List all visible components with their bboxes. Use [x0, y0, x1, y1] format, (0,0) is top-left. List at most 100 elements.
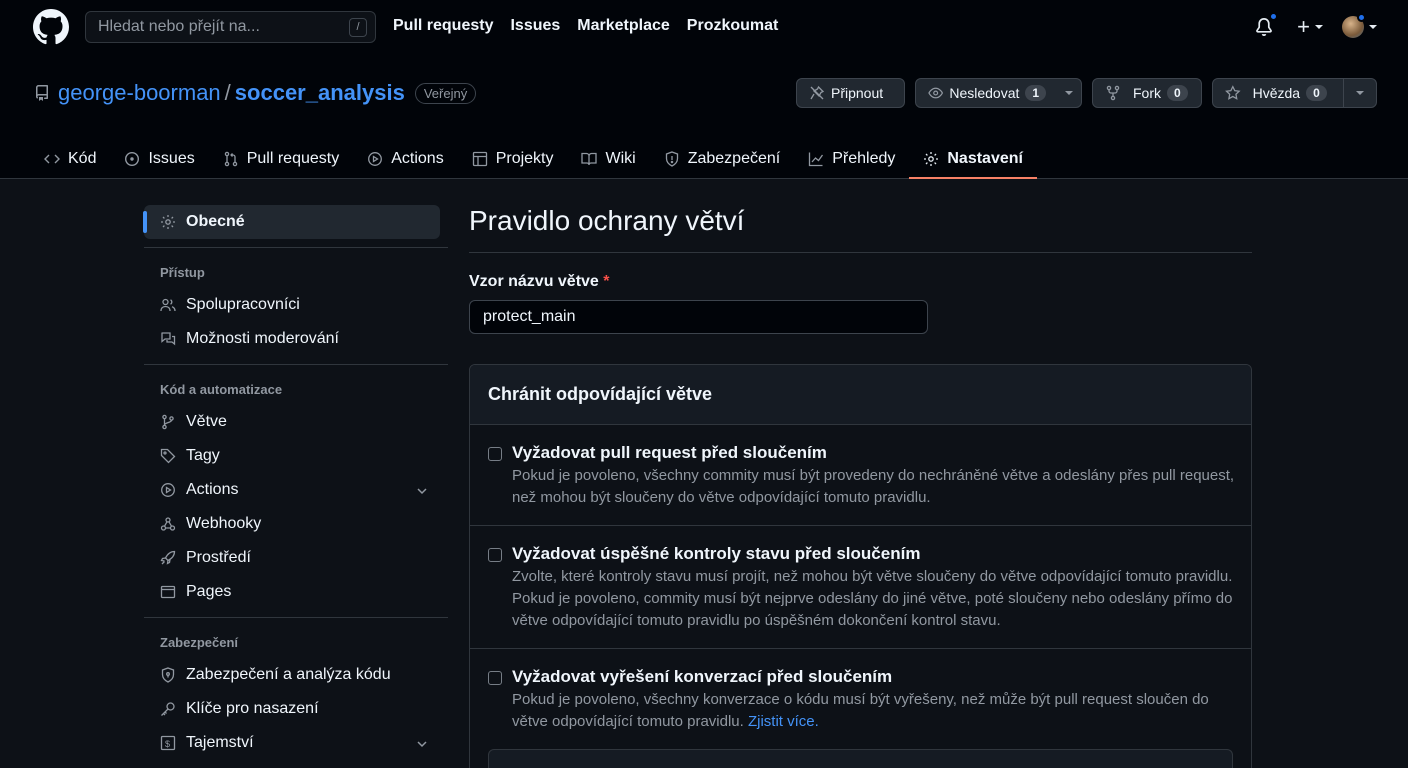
gear-icon [924, 151, 939, 166]
watch-label: Nesledovat [949, 85, 1020, 101]
tab-insights[interactable]: Přehledy [794, 138, 909, 179]
create-new-button[interactable]: + [1297, 14, 1324, 40]
comment-discussion-icon [161, 332, 176, 346]
tab-security[interactable]: Zabezpečení [650, 138, 795, 179]
tab-pull-requests[interactable]: Pull requesty [209, 138, 354, 179]
triangle-down-icon [1355, 91, 1364, 95]
star-icon [1225, 85, 1241, 100]
option-title: Vyžadovat pull request před sloučením [512, 443, 827, 462]
sidebar-item-actions[interactable]: Actions [144, 473, 448, 507]
repo-path-separator: / [224, 80, 231, 105]
pull-request-icon [224, 151, 237, 166]
repo-icon [36, 85, 48, 101]
repo-owner-link[interactable]: george-boorman [58, 80, 221, 106]
tab-issues[interactable]: Issues [110, 138, 208, 179]
option-description: Pokud je povoleno, všechny konverzace o … [512, 689, 1242, 733]
play-icon [161, 483, 175, 497]
notification-dot [1269, 12, 1279, 21]
sidebar-item-label: Spolupracovníci [186, 296, 300, 313]
option-title: Vyžadovat úspěšné kontroly stavu před sl… [512, 544, 921, 563]
tab-label: Actions [391, 149, 444, 167]
learn-more-link[interactable]: Zjistit více. [748, 713, 819, 730]
sidebar-item-general[interactable]: Obecné [143, 205, 440, 239]
tab-actions[interactable]: Actions [353, 138, 457, 179]
star-dropdown[interactable] [1342, 79, 1376, 107]
issue-icon [125, 151, 140, 166]
star-button[interactable]: Hvězda 0 [1212, 78, 1377, 108]
key-icon [161, 702, 175, 716]
require-pr-checkbox[interactable] [488, 447, 502, 461]
sidebar-item-label: Možnosti moderování [186, 330, 339, 347]
fork-label: Fork [1133, 85, 1161, 101]
watch-button[interactable]: Nesledovat 1 [915, 78, 1082, 108]
global-nav: Pull requesty Issues Marketplace Prozkou… [393, 17, 778, 35]
star-count: 0 [1306, 85, 1327, 101]
watch-dropdown[interactable] [1056, 79, 1081, 107]
tab-label: Issues [148, 149, 195, 167]
option-description: Pokud je povoleno, všechny commity musí … [512, 467, 1235, 506]
branch-icon [162, 414, 174, 430]
plus-icon: + [1297, 14, 1310, 39]
webhook-icon [160, 517, 176, 531]
sidebar-item-label: Prostředí [186, 549, 251, 566]
sidebar-item-code-security[interactable]: Zabezpečení a analýza kódu [144, 658, 448, 692]
tab-settings[interactable]: Nastavení [909, 138, 1037, 179]
nav-marketplace[interactable]: Marketplace [577, 17, 670, 35]
sidebar-item-label: Actions [186, 481, 239, 498]
notifications-button[interactable] [1249, 12, 1279, 42]
pattern-label-text: Vzor názvu větve [469, 273, 599, 290]
search-input[interactable]: Hledat nebo přejít na... / [85, 11, 376, 43]
gear-icon [161, 215, 175, 229]
star-label: Hvězda [1252, 85, 1301, 101]
table-icon [472, 151, 487, 166]
github-logo-icon[interactable] [33, 9, 69, 45]
sidebar-heading-access: Přístup [160, 264, 205, 280]
sidebar-item-secrets[interactable]: $ Tajemství [144, 726, 448, 760]
option-title: Vyžadovat vyřešení konverzací před slouč… [512, 667, 893, 686]
tab-code[interactable]: Kód [30, 138, 110, 179]
repo-name-link[interactable]: soccer_analysis [235, 80, 405, 106]
sidebar-item-label: Klíče pro nasazení [186, 700, 319, 717]
code-icon [44, 154, 60, 163]
repository-header: george-boorman / soccer_analysis Veřejný… [0, 58, 1408, 179]
tag-icon [160, 448, 176, 464]
option-require-conversation-resolution: Vyžadovat vyřešení konverzací před slouč… [470, 649, 1251, 749]
sidebar-item-deploy-keys[interactable]: Klíče pro nasazení [144, 692, 448, 726]
pin-button[interactable]: Připnout [796, 78, 905, 108]
sidebar-item-collaborators[interactable]: Spolupracovníci [144, 288, 448, 322]
tab-label: Wiki [605, 149, 636, 167]
shield-lock-icon [161, 667, 175, 683]
tab-projects[interactable]: Projekty [458, 138, 568, 179]
sidebar-item-webhooks[interactable]: Webhooky [144, 507, 448, 541]
shield-icon [665, 150, 678, 167]
divider [144, 617, 448, 618]
sidebar-item-branches[interactable]: Větve [144, 405, 448, 439]
sidebar-item-label: Zabezpečení a analýza kódu [186, 666, 391, 683]
nav-explore[interactable]: Prozkoumat [687, 17, 779, 35]
nav-pull-requests[interactable]: Pull requesty [393, 17, 493, 35]
tab-label: Nastavení [947, 149, 1023, 167]
pin-slash-icon [810, 85, 825, 100]
play-icon [368, 151, 383, 166]
branch-pattern-input[interactable] [469, 300, 928, 334]
sidebar-item-moderation[interactable]: Možnosti moderování [144, 322, 448, 356]
sidebar-item-environments[interactable]: Prostředí [144, 541, 448, 575]
nav-issues[interactable]: Issues [510, 17, 560, 35]
triangle-down-icon [1064, 91, 1073, 95]
require-conversation-resolution-checkbox[interactable] [488, 671, 502, 685]
search-shortcut-key: / [349, 18, 367, 37]
sidebar-item-label: Pages [186, 583, 232, 600]
tab-wiki[interactable]: Wiki [567, 138, 649, 179]
global-header: Hledat nebo přejít na... / Pull requesty… [0, 0, 1408, 58]
fork-button[interactable]: Fork 0 [1092, 78, 1202, 108]
browser-icon [160, 585, 176, 599]
sidebar-item-tags[interactable]: Tagy [144, 439, 448, 473]
sidebar-item-label: Tagy [186, 447, 220, 464]
chevron-down-icon [417, 741, 427, 748]
eye-icon [928, 87, 944, 99]
sidebar-item-pages[interactable]: Pages [144, 575, 448, 609]
require-status-checks-checkbox[interactable] [488, 548, 502, 562]
user-menu-button[interactable] [1342, 13, 1378, 38]
repo-actions: Připnout Nesledovat 1 Fork 0 Hvězda 0 [796, 78, 1377, 108]
sidebar-item-label: Webhooky [186, 515, 262, 532]
